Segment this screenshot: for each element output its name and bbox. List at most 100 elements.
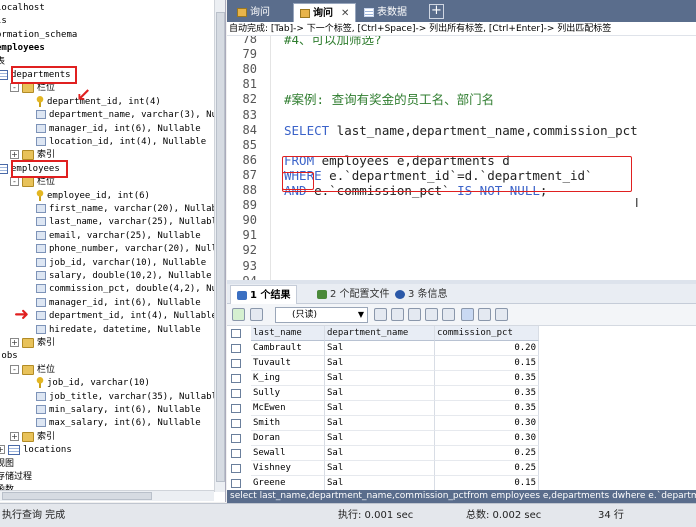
column-header[interactable]: department_name [325,326,435,341]
tree-row[interactable]: phone_number, varchar(20), Nulla [36,243,222,256]
tree-row[interactable]: employees [0,42,45,55]
table-cell[interactable]: Smith [251,416,325,431]
row-checkbox[interactable] [231,479,241,488]
table-cell[interactable]: Sal [325,416,435,431]
table-cell[interactable]: 0.15 [435,476,539,490]
tree-vertical-scrollbar[interactable] [214,0,225,492]
table-cell[interactable]: Sal [325,356,435,371]
tree-row[interactable]: jobs [0,350,18,363]
code-line[interactable]: #案例: 查询有奖金的员工名、部门名 [284,92,494,107]
add-tab-button[interactable]: + [429,4,444,19]
tree-row[interactable]: - 栏位 [10,364,55,377]
expand-icon[interactable]: + [10,150,19,159]
collapse-icon[interactable]: - [10,365,19,374]
tree-row[interactable]: job_id, varchar(10), Nullable [36,257,206,270]
table-cell[interactable]: McEwen [251,401,325,416]
tab-messages[interactable]: 3 条信息 [389,285,454,304]
tab-results[interactable]: 1 个结果 [230,285,298,304]
tree-row[interactable]: job_id, varchar(10) [36,377,150,390]
table-cell[interactable]: Sal [325,386,435,401]
row-checkbox[interactable] [231,419,241,428]
tab-query-1[interactable]: 询问 [231,3,276,22]
table-cell[interactable]: 0.25 [435,461,539,476]
tree-row[interactable]: min_salary, int(6), Nullable [36,404,201,417]
tree-row[interactable]: max_salary, int(6), Nullable [36,417,201,430]
table-cell[interactable]: Tuvault [251,356,325,371]
table-cell[interactable]: Cambrault [251,341,325,356]
tree-row[interactable]: employee_id, int(6) [36,190,150,203]
table-cell[interactable]: 0.35 [435,371,539,386]
row-checkbox[interactable] [231,464,241,473]
table-cell[interactable]: Sal [325,401,435,416]
tree-row[interactable]: department_id, int(4) [36,96,161,109]
code-line[interactable]: #4、可以加筛选? [284,36,382,47]
tree-row[interactable]: 表 [0,56,5,69]
result-grid[interactable]: last_name department_name commission_pct Ca… [227,326,696,490]
readonly-select[interactable]: (只读) ▼ [275,307,368,323]
save-icon[interactable] [408,308,421,321]
code-line[interactable]: SELECT last_name,department_name,commiss… [284,123,638,138]
tree-row[interactable]: department_name, varchar(3), Null [36,109,225,122]
tree-row[interactable]: job_title, varchar(35), Nullable [36,391,222,404]
export-icon[interactable] [232,308,245,321]
tree-row[interactable]: email, varchar(25), Nullable [36,230,201,243]
table-cell[interactable]: 0.30 [435,431,539,446]
row-checkbox[interactable] [231,404,241,413]
row-checkbox[interactable] [231,389,241,398]
table-cell[interactable]: 0.35 [435,401,539,416]
refresh-icon[interactable] [442,308,455,321]
table-cell[interactable]: Vishney [251,461,325,476]
table-cell[interactable]: Sully [251,386,325,401]
tree-row[interactable]: manager_id, int(6), Nullable [36,123,201,136]
tree-horizontal-scrollbar[interactable] [0,490,214,501]
table-cell[interactable]: 0.20 [435,341,539,356]
tree-row[interactable]: hiredate, datetime, Nullable [36,324,201,337]
grid-view-icon[interactable] [461,308,474,321]
tree-row[interactable]: first_name, varchar(20), Nullabl [36,203,222,216]
tab-profiles[interactable]: 2 个配置文件 [311,285,396,304]
tab-query-2[interactable]: 询问 ✕ [293,3,357,22]
duplicate-row-icon[interactable] [391,308,404,321]
copy-icon[interactable] [250,308,263,321]
tree-row[interactable]: last_name, varchar(25), Nullable [36,216,222,229]
tab-table-data[interactable]: 表数据 [358,3,413,22]
table-cell[interactable]: 0.15 [435,356,539,371]
collapse-icon[interactable]: - [10,177,19,186]
collapse-icon[interactable]: - [10,83,19,92]
table-cell[interactable]: Sal [325,341,435,356]
column-header[interactable]: commission_pct [435,326,539,341]
table-cell[interactable]: 0.30 [435,416,539,431]
table-cell[interactable]: 0.35 [435,386,539,401]
close-icon[interactable]: ✕ [341,8,349,19]
tree-row[interactable]: + 索引 [10,431,55,444]
row-checkbox[interactable] [231,359,241,368]
table-cell[interactable]: Sal [325,431,435,446]
sql-editor[interactable]: 7879808182838485868788899091929394 #4、可以… [227,36,696,280]
tree-row[interactable]: 视图 [0,458,14,471]
tree-row[interactable]: localhost [0,2,45,15]
row-checkbox[interactable] [231,449,241,458]
table-cell[interactable]: K_ing [251,371,325,386]
delete-icon[interactable] [425,308,438,321]
expand-icon[interactable]: + [10,338,19,347]
row-checkbox[interactable] [231,374,241,383]
object-browser-tree[interactable]: localhost ls ormation_schema employees 表 depa… [0,0,226,502]
tree-row[interactable]: location_id, int(4), Nullable [36,136,206,149]
expand-icon[interactable]: + [10,432,19,441]
table-cell[interactable]: Sal [325,476,435,490]
form-view-icon[interactable] [478,308,491,321]
table-cell[interactable]: Sewall [251,446,325,461]
tree-row[interactable]: 存储过程 [0,471,32,484]
tree-row[interactable]: commission_pct, double(4,2), Nul [36,283,222,296]
insert-row-icon[interactable] [374,308,387,321]
expand-icon[interactable]: + [0,445,5,454]
table-cell[interactable]: Doran [251,431,325,446]
row-checkbox[interactable] [231,344,241,353]
tree-row[interactable]: manager_id, int(6), Nullable [36,297,201,310]
tree-row[interactable]: salary, double(10,2), Nullable [36,270,212,283]
tree-row[interactable]: + locations [0,444,72,457]
tree-row[interactable]: department_id, int(4), Nullable [36,310,217,323]
tree-row[interactable]: + 索引 [10,337,55,350]
text-view-icon[interactable] [495,308,508,321]
scrollbar-thumb[interactable] [2,492,152,500]
